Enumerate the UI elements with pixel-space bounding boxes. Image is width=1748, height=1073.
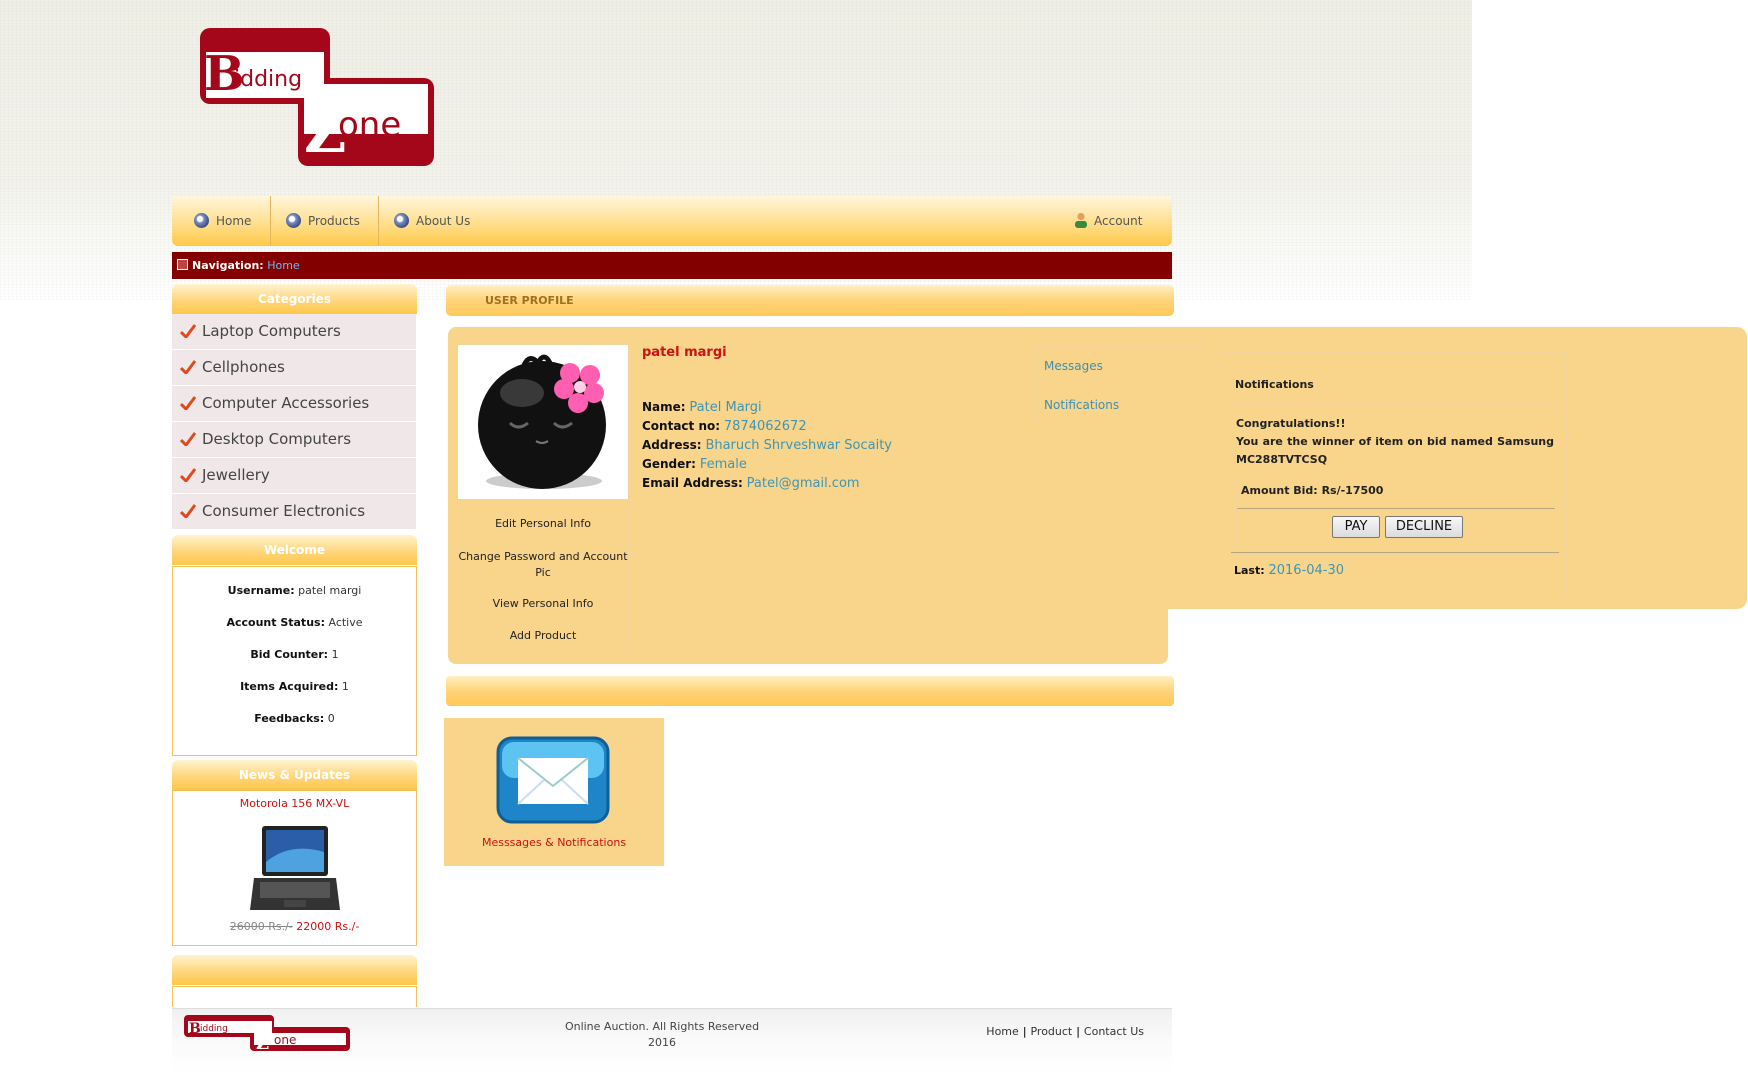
news-heading: News & Updates bbox=[172, 760, 417, 790]
footer-contact-link[interactable]: Contact Us bbox=[1084, 1025, 1144, 1038]
profile-email-row: Email Address: Patel@gmail.com bbox=[642, 476, 860, 491]
news-panel: Motorola 156 MX-VL 26000 Rs./- 22000 Rs.… bbox=[172, 790, 417, 946]
envelope-icon bbox=[496, 736, 610, 824]
profile-gender-row: Gender: Female bbox=[642, 457, 747, 472]
nav-about[interactable]: About Us bbox=[394, 196, 470, 246]
checkmark-icon bbox=[180, 432, 196, 446]
svg-text:idding: idding bbox=[200, 1024, 228, 1034]
footer: B idding Z one Online Auction. All Right… bbox=[172, 1008, 1172, 1073]
feedbacks-row: Feedbacks: 0 bbox=[254, 712, 335, 725]
amount-bid: Amount Bid: Rs/-17500 bbox=[1241, 484, 1384, 497]
messages-tab[interactable]: Messages bbox=[1037, 347, 1207, 386]
amount-bid-box: Amount Bid: Rs/-17500 PAY DECLINE bbox=[1236, 475, 1558, 555]
svg-text:one: one bbox=[338, 105, 401, 145]
items-acquired-row: Items Acquired: 1 bbox=[240, 680, 349, 693]
welcome-panel: Username: patel margi Account Status: Ac… bbox=[172, 566, 417, 756]
categories-heading: Categories bbox=[172, 284, 417, 314]
breadcrumb-icon bbox=[177, 259, 188, 270]
notification-message: Congratulations!! You are the winner of … bbox=[1236, 417, 1554, 466]
category-desktop-computers[interactable]: Desktop Computers bbox=[172, 422, 416, 458]
change-password-link[interactable]: Change Password and Account Pic bbox=[458, 549, 628, 581]
category-list: Laptop Computers Cellphones Computer Acc… bbox=[172, 314, 416, 530]
divider bbox=[1231, 552, 1559, 553]
profile-address-row: Address: Bharuch Shrveshwar Socaity bbox=[642, 438, 893, 453]
nav-account[interactable]: Account bbox=[1072, 196, 1142, 246]
notifications-tab[interactable]: Notifications bbox=[1037, 386, 1207, 424]
category-laptop-computers[interactable]: Laptop Computers bbox=[172, 314, 416, 350]
nav-products[interactable]: Products bbox=[286, 196, 360, 246]
notifications-title: Notifications bbox=[1231, 365, 1560, 405]
profile-contact-row: Contact no: 7874062672 bbox=[642, 419, 807, 434]
checkmark-icon bbox=[180, 324, 196, 338]
profile-bottom-bar bbox=[446, 676, 1174, 706]
add-product-link[interactable]: Add Product bbox=[458, 629, 628, 642]
footer-home-link[interactable]: Home bbox=[986, 1025, 1018, 1038]
breadcrumb-home-link[interactable]: Home bbox=[267, 259, 299, 272]
footer-logo[interactable]: B idding Z one bbox=[184, 1013, 350, 1053]
svg-text:one: one bbox=[274, 1033, 296, 1047]
globe-icon bbox=[286, 213, 301, 228]
svg-text:Z: Z bbox=[256, 1033, 269, 1053]
decline-button[interactable]: DECLINE bbox=[1385, 516, 1463, 538]
nav-divider bbox=[270, 196, 271, 246]
messages-menu: Messages Notifications bbox=[1036, 346, 1208, 424]
user-profile-heading: USER PROFILE bbox=[446, 285, 1174, 316]
messages-tile-label: Messsages & Notifications bbox=[481, 836, 627, 849]
profile-display-name: patel margi bbox=[642, 345, 727, 360]
main-navbar: Home Products About Us Account bbox=[172, 196, 1172, 246]
username-row: Username: patel margi bbox=[227, 584, 362, 597]
svg-text:idding: idding bbox=[234, 67, 302, 92]
checkmark-icon bbox=[180, 360, 196, 374]
user-icon bbox=[1075, 212, 1087, 228]
profile-avatar bbox=[458, 345, 628, 499]
account-status-row: Account Status: Active bbox=[226, 616, 363, 629]
bidding-zone-logo[interactable]: B idding Z one bbox=[200, 28, 434, 166]
view-personal-info-link[interactable]: View Personal Info bbox=[458, 597, 628, 610]
news-item-title[interactable]: Motorola 156 MX-VL bbox=[173, 797, 416, 810]
divider bbox=[1237, 508, 1555, 509]
empty-sidebar-panel bbox=[172, 986, 417, 1007]
category-computer-accessories[interactable]: Computer Accessories bbox=[172, 386, 416, 422]
globe-icon bbox=[394, 213, 409, 228]
checkmark-icon bbox=[180, 468, 196, 482]
notifications-panel: Notifications Congratulations!! You are … bbox=[1221, 352, 1567, 598]
empty-sidebar-heading bbox=[172, 955, 417, 985]
category-jewellery[interactable]: Jewellery bbox=[172, 458, 416, 494]
messages-notifications-tile[interactable]: Messsages & Notifications bbox=[444, 718, 664, 866]
pay-button[interactable]: PAY bbox=[1332, 516, 1380, 538]
category-consumer-electronics[interactable]: Consumer Electronics bbox=[172, 494, 416, 530]
footer-links: Home | Product | Contact Us bbox=[986, 1025, 1144, 1038]
globe-icon bbox=[194, 213, 209, 228]
checkmark-icon bbox=[180, 396, 196, 410]
footer-product-link[interactable]: Product bbox=[1030, 1025, 1072, 1038]
news-price: 26000 Rs./- 22000 Rs./- bbox=[229, 920, 360, 933]
nav-divider bbox=[378, 196, 379, 246]
checkmark-icon bbox=[180, 504, 196, 518]
welcome-heading: Welcome bbox=[172, 535, 417, 565]
bid-counter-row: Bid Counter: 1 bbox=[250, 648, 339, 661]
category-cellphones[interactable]: Cellphones bbox=[172, 350, 416, 386]
laptop-image[interactable] bbox=[249, 822, 340, 914]
avatar-column: Edit Personal Info Change Password and A… bbox=[457, 344, 629, 650]
nav-home[interactable]: Home bbox=[194, 196, 251, 246]
profile-name-row: Name: Patel Margi bbox=[642, 400, 762, 415]
edit-personal-info-link[interactable]: Edit Personal Info bbox=[458, 517, 628, 530]
footer-copyright: Online Auction. All Rights Reserved 2016 bbox=[564, 1020, 760, 1049]
breadcrumb: Navigation: Home bbox=[172, 252, 1172, 279]
last-updated: Last: 2016-04-30 bbox=[1234, 563, 1345, 578]
